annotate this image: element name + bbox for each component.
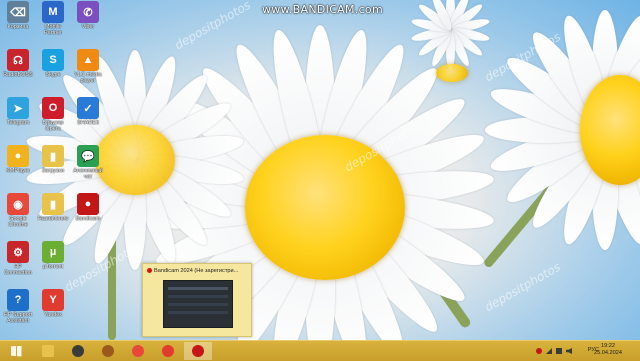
main-daisy-center	[245, 135, 405, 280]
desktop-icon[interactable]: ▮ Загрузки	[36, 145, 70, 174]
media-player-taskbar-icon	[102, 345, 114, 357]
mobile-partner-icon: M	[42, 1, 64, 23]
volume-icon[interactable]	[566, 348, 572, 354]
preview-title-text: Bandicam 2024 (Не зарегистри...	[154, 268, 239, 274]
desktop-icon-label: Mobile Partner	[43, 24, 63, 36]
desktop-icon[interactable]: ⚙ HP Connection	[1, 241, 35, 276]
shareit-icon: ✓	[77, 97, 99, 119]
desktop-icon[interactable]: M Mobile Partner	[36, 1, 70, 36]
desktop-icon-label: Google Chrome	[8, 216, 28, 228]
thumbnail-bar	[168, 303, 228, 306]
hp-support-icon: ?	[7, 289, 29, 311]
desktop-icon[interactable]: ◉ Google Chrome	[1, 193, 35, 228]
desktop-icon-label: HP Support Assistant	[3, 312, 33, 324]
recycle-bin-icon: ⌫	[7, 1, 29, 23]
kmplayer-taskbar-icon	[72, 345, 84, 357]
desktop-icon-label: Назначение	[37, 216, 69, 222]
bandicam-tray-icon[interactable]	[536, 348, 542, 354]
desktop-icon-label: Анонимный чат	[73, 168, 103, 180]
desktop-icon-label: Корзина	[7, 24, 29, 30]
desktop-icon-label: RadioBOSS	[3, 72, 33, 78]
file-explorer-icon	[42, 345, 54, 357]
radioboss-icon: ☊	[7, 49, 29, 71]
skype-icon: S	[42, 49, 64, 71]
preview-title: Bandicam 2024 (Не зарегистри...	[147, 268, 247, 274]
desktop-icon-label: µTorrent	[42, 264, 64, 270]
kmplayer-taskbar-button[interactable]	[64, 342, 92, 360]
folder-icon: ▮	[42, 193, 64, 215]
desktop-icon-label: SHAREit	[77, 120, 99, 126]
bandicam-icon	[147, 268, 152, 274]
desktop-icon[interactable]: ● Bandicam	[71, 193, 105, 222]
desktop-icon[interactable]: ▮ Назначение	[36, 193, 70, 222]
thumbnail-bar	[168, 295, 228, 298]
battery-icon[interactable]	[556, 348, 562, 354]
yandex-icon: Y	[42, 289, 64, 311]
file-explorer-button[interactable]	[34, 342, 62, 360]
network-icon[interactable]	[546, 348, 552, 354]
desktop-icon[interactable]: ✓ SHAREit	[71, 97, 105, 126]
desktop-icon[interactable]: ● KMPlayer	[1, 145, 35, 174]
bandicam-taskbar-button[interactable]	[184, 342, 212, 360]
bandicam-icon: ●	[77, 193, 99, 215]
anonymous-chat-icon: 💬	[77, 145, 99, 167]
bandicam-watermark: www.BANDICAM.com	[262, 3, 383, 16]
downloads-folder-icon: ▮	[42, 145, 64, 167]
yandex-taskbar-button[interactable]	[154, 342, 182, 360]
telegram-icon: ➤	[7, 97, 29, 119]
clock-date: 25.04.2024	[594, 350, 622, 356]
start-button[interactable]	[2, 342, 30, 360]
chrome-icon: ◉	[7, 193, 29, 215]
windows-logo-icon	[10, 345, 22, 357]
desktop-icon[interactable]: ✆ Viber	[71, 1, 105, 30]
desktop-icon-label: Telegram	[6, 120, 30, 126]
desktop-icon-label: KMPlayer	[6, 168, 30, 174]
opera-icon: O	[42, 97, 64, 119]
depositphotos-watermark: depositphotos	[482, 259, 563, 315]
desktop-icon[interactable]: ☊ RadioBOSS	[1, 49, 35, 78]
yandex-taskbar-icon	[162, 345, 174, 357]
desktop: depositphotos depositphotos depositphoto…	[0, 0, 640, 340]
preview-thumbnail	[163, 280, 233, 328]
desktop-icon-label: Загрузки	[41, 168, 65, 174]
desktop-icon-label: Браузер Opera	[42, 120, 64, 132]
taskbar: РУС 19:22 25.04.2024	[0, 340, 640, 361]
chrome-taskbar-button[interactable]	[124, 342, 152, 360]
desktop-icon-label: Bandicam	[75, 216, 101, 222]
clock[interactable]: 19:22 25.04.2024	[594, 343, 622, 357]
thumbnail-bar	[168, 311, 228, 314]
kmplayer-icon: ●	[7, 145, 29, 167]
desktop-icon-label: VLC media player	[74, 72, 102, 84]
left-daisy-center	[95, 125, 175, 195]
viber-icon: ✆	[77, 1, 99, 23]
clock-time: 19:22	[601, 343, 615, 349]
desktop-icon[interactable]: ➤ Telegram	[1, 97, 35, 126]
thumbnail-bar	[168, 287, 228, 290]
desktop-icon[interactable]: O Браузер Opera	[36, 97, 70, 132]
desktop-icon-label: HP Connection	[4, 264, 32, 276]
utorrent-icon: µ	[42, 241, 64, 263]
desktop-icon-label: Yandex	[43, 312, 63, 318]
desktop-icon[interactable]: ⌫ Корзина	[1, 1, 35, 30]
desktop-icon[interactable]: S Skype	[36, 49, 70, 78]
desktop-icon-label: Skype	[45, 72, 61, 78]
desktop-icon[interactable]: ▲ VLC media player	[71, 49, 105, 84]
chrome-taskbar-icon	[132, 345, 144, 357]
taskbar-thumbnail-preview[interactable]: Bandicam 2024 (Не зарегистри...	[142, 263, 252, 337]
vlc-icon: ▲	[77, 49, 99, 71]
top-daisy-center	[436, 64, 468, 82]
media-player-taskbar-button[interactable]	[94, 342, 122, 360]
desktop-icon[interactable]: 💬 Анонимный чат	[71, 145, 105, 180]
hp-connection-icon: ⚙	[7, 241, 29, 263]
desktop-icon[interactable]: µ µTorrent	[36, 241, 70, 270]
desktop-icon[interactable]: ? HP Support Assistant	[1, 289, 35, 324]
desktop-icon[interactable]: Y Yandex	[36, 289, 70, 318]
desktop-icon-label: Viber	[81, 24, 95, 30]
bandicam-taskbar-icon	[192, 345, 204, 357]
